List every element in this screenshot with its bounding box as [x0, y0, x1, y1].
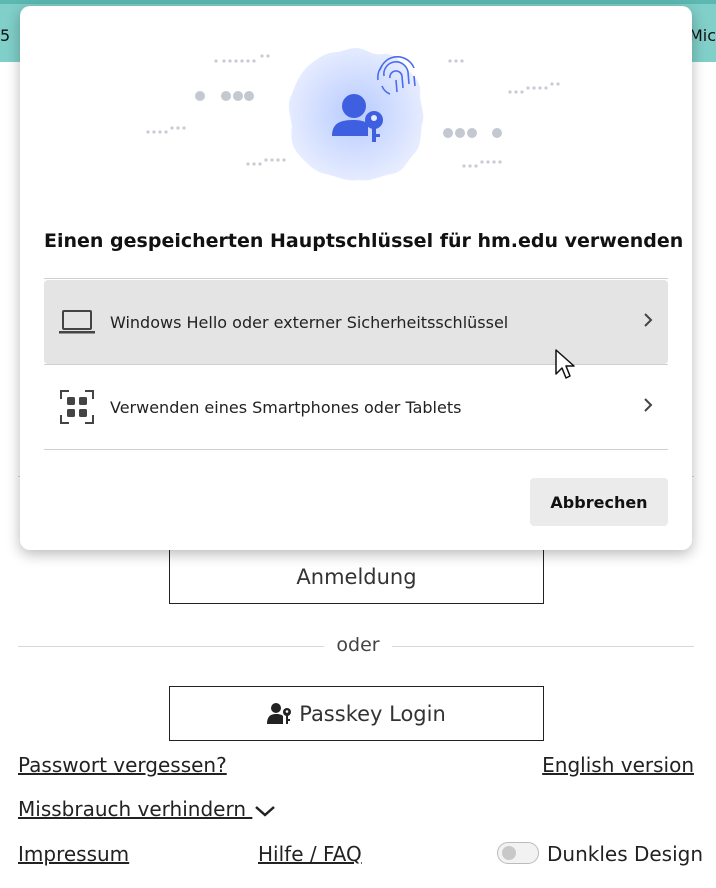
topbar-left-text: 5: [0, 26, 11, 45]
dark-mode-label: Dunkles Design: [547, 842, 704, 866]
dialog-title: Einen gespeicherten Hauptschlüssel für h…: [44, 230, 684, 252]
imprint-link[interactable]: Impressum: [18, 842, 129, 866]
chevron-right-icon: [628, 397, 668, 418]
passkey-login-label: Passkey Login: [299, 701, 446, 726]
option-windows-hello-label: Windows Hello oder externer Sicherheitss…: [110, 312, 509, 332]
passkey-icon: [267, 702, 292, 724]
separator: [44, 278, 668, 279]
passkey-dialog: Einen gespeicherten Hauptschlüssel für h…: [20, 6, 692, 550]
topbar-right-text: Mic: [688, 26, 716, 45]
forgot-password-link[interactable]: Passwort vergessen?: [18, 753, 227, 777]
or-separator: oder: [0, 634, 716, 656]
help-faq-link[interactable]: Hilfe / FAQ: [258, 842, 362, 866]
passkey-login-button[interactable]: Passkey Login: [169, 686, 544, 741]
english-version-link[interactable]: English version: [542, 753, 694, 777]
separator: [44, 449, 668, 450]
abuse-prevention-link[interactable]: Missbrauch verhindern: [18, 797, 276, 821]
qr-code-icon: [60, 390, 94, 424]
cancel-button[interactable]: Abbrechen: [530, 478, 668, 526]
abuse-prevention-label: Missbrauch verhindern: [18, 797, 246, 821]
mouse-cursor-icon: [555, 349, 575, 379]
option-smartphone-label: Verwenden eines Smartphones oder Tablets: [110, 397, 462, 417]
laptop-icon: [59, 310, 95, 334]
toggle-knob: [502, 846, 516, 860]
passkey-illustration: [146, 48, 560, 181]
chevron-right-icon: [628, 312, 668, 333]
dark-mode-toggle[interactable]: [497, 842, 539, 864]
login-button[interactable]: Anmeldung: [169, 549, 544, 604]
chevron-down-icon: [255, 805, 276, 817]
